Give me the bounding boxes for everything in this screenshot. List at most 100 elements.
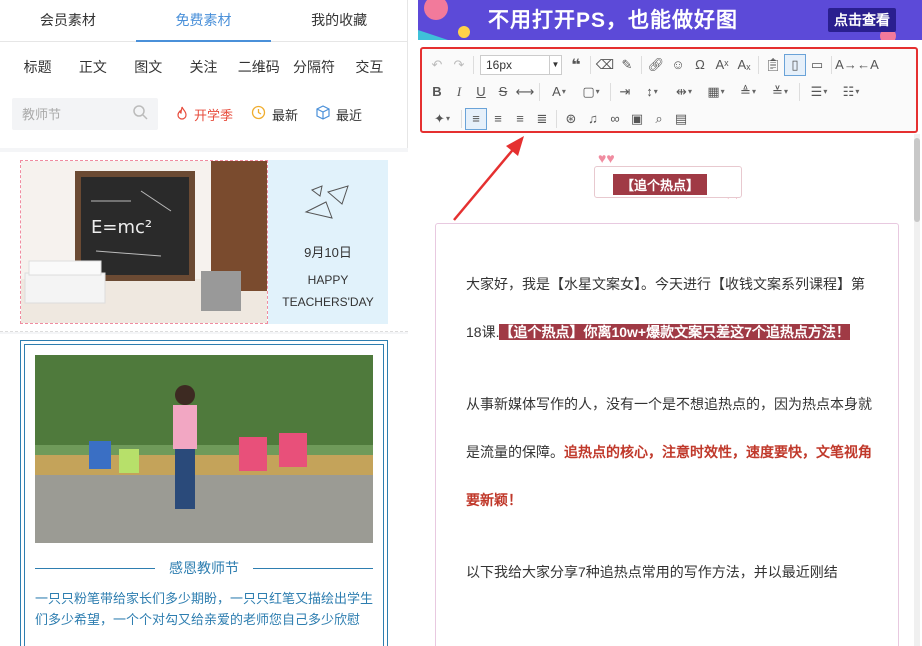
table-icon[interactable]: ▦: [700, 81, 732, 103]
banner-cta-button[interactable]: 点击查看: [828, 8, 896, 32]
flame-icon: [176, 106, 194, 123]
toolbar-row-1: ↶ ↷ 16px ▼ ❝ ⌫ ✎ 🔗︎ ☺ Ω Aˣ Aₓ 📋︎ ▯ ▭ A→ …: [426, 51, 912, 78]
scrollbar-thumb[interactable]: [914, 138, 920, 222]
editor-scrollbar[interactable]: [914, 134, 920, 646]
filter-back-to-school[interactable]: 开学季: [176, 105, 233, 124]
toolbar-separator: [799, 82, 800, 101]
card-date: 9月10日: [304, 245, 352, 260]
svg-text:E=mc²: E=mc²: [91, 217, 152, 238]
paragraph-1-highlight: 【追个热点】你离10w+爆款文案只差这7个追热点方法！: [499, 324, 850, 340]
align-justify-icon[interactable]: ≣: [531, 108, 553, 130]
unordered-list-icon[interactable]: ☷: [835, 81, 867, 103]
material-panel: 会员素材 免费素材 我的收藏 标题 正文 图文 关注 二维码 分隔符 交互 开学…: [0, 0, 408, 646]
image-icon[interactable]: ▣: [626, 108, 648, 130]
toolbar-separator: [831, 55, 832, 74]
template-icon[interactable]: ▤: [670, 108, 692, 130]
tab-member-materials[interactable]: 会员素材: [0, 0, 136, 41]
paragraph-3: 以下我给大家分享7种追热点常用的写作方法，并以最近刚结: [466, 564, 838, 580]
eraser-icon[interactable]: ⌫: [594, 54, 616, 76]
material-card-gratitude[interactable]: 感恩教师节 一只只粉笔带给家长们多少期盼，一只只红笔又描绘出学生们多少希望，一个…: [0, 334, 408, 646]
toolbar-separator: [610, 82, 611, 101]
material-list: E=mc² 9月10日 HAPPY TEACHERS'DAY 感恩教师节 一只只…: [0, 148, 408, 646]
category-divider[interactable]: 分隔符: [286, 57, 341, 77]
superscript-icon[interactable]: Aˣ: [711, 54, 733, 76]
ordered-list-icon[interactable]: ☰: [803, 81, 835, 103]
promo-banner[interactable]: 不用打开PS，也能做好图 点击查看: [418, 0, 922, 40]
left-margin-icon[interactable]: ▯: [784, 53, 806, 76]
category-bar: 标题 正文 图文 关注 二维码 分隔符 交互: [0, 42, 407, 92]
filter-label: 最新: [272, 107, 299, 123]
paragraph-spacing-below-icon[interactable]: ≚: [764, 81, 796, 103]
filter-newest[interactable]: 最新: [251, 105, 298, 124]
toolbar-row-3: ✦ ≡ ≡ ≡ ≣ ⊛ ♫ ∞ ▣ ⌕ ▤: [426, 105, 912, 132]
subscript-icon[interactable]: Aₓ: [733, 54, 755, 76]
category-interactive[interactable]: 交互: [342, 57, 397, 77]
tag-title-text: 【追个热点】: [613, 174, 708, 195]
category-qrcode[interactable]: 二维码: [231, 57, 286, 77]
paragraph-spacing-above-icon[interactable]: ≜: [732, 81, 764, 103]
toolbar-separator: [758, 55, 759, 74]
filter-label: 最近: [336, 107, 363, 123]
align-right-icon[interactable]: ≡: [509, 108, 531, 130]
toolbar-separator: [556, 109, 557, 128]
link-icon[interactable]: 🔗︎: [645, 54, 667, 76]
toolbar-separator: [539, 82, 540, 101]
paste-icon[interactable]: 📋︎: [762, 54, 784, 76]
clock-icon: [251, 105, 272, 123]
editor-panel: 不用打开PS，也能做好图 点击查看 ↶ ↷ 16px ▼ ❝ ⌫ ✎ 🔗︎ ☺ …: [418, 0, 922, 646]
letter-spacing-icon[interactable]: ⇹: [668, 81, 700, 103]
title-line-left: [35, 567, 155, 569]
underline-icon[interactable]: U: [470, 81, 492, 103]
category-body[interactable]: 正文: [65, 57, 120, 77]
align-left-icon[interactable]: ≡: [465, 107, 487, 130]
paragraph-2: 从事新媒体写作的人，没有一个是不想追热点的，因为热点本身就是流量的保障。追热点的…: [466, 380, 876, 524]
category-follow[interactable]: 关注: [176, 57, 231, 77]
card-body-text: 一只只粉笔带给家长们多少期盼，一只只红笔又描绘出学生们多少希望，一个个对勾又给亲…: [35, 591, 374, 627]
tab-free-materials[interactable]: 免费素材: [135, 0, 272, 42]
toolbar-separator: [473, 55, 474, 74]
right-margin-icon[interactable]: ▭: [806, 54, 828, 76]
video-icon[interactable]: ⊛: [560, 108, 582, 130]
blockquote-icon[interactable]: ❝: [565, 54, 587, 76]
card-frame-inner: 感恩教师节 一只只粉笔带给家长们多少期盼，一只只红笔又描绘出学生们多少希望，一个…: [24, 344, 384, 646]
toolbar-row-2: B I U S ⟷ A ▢ ⇥ ↕ ⇹ ▦ ≜ ≚ ☰ ☷: [426, 78, 912, 105]
text-direction-rtl-icon[interactable]: ←A: [857, 54, 879, 76]
font-size-select[interactable]: 16px ▼: [480, 54, 562, 75]
omega-icon[interactable]: Ω: [689, 54, 711, 76]
music-icon[interactable]: ♫: [582, 108, 604, 130]
background-color-icon[interactable]: ▢: [575, 81, 607, 103]
mini-program-icon[interactable]: ∞: [604, 108, 626, 130]
horizontal-rule-icon[interactable]: ⟷: [514, 81, 536, 103]
magic-wand-icon[interactable]: ✦: [426, 108, 458, 130]
tab-my-favorites[interactable]: 我的收藏: [271, 0, 407, 41]
category-title[interactable]: 标题: [10, 57, 65, 77]
line-height-icon[interactable]: ↕: [636, 81, 668, 103]
card-subtitle-2: TEACHERS'DAY: [282, 295, 374, 309]
card-title-text: 感恩教师节: [169, 560, 239, 576]
indent-icon[interactable]: ⇥: [614, 81, 636, 103]
align-center-icon[interactable]: ≡: [487, 108, 509, 130]
filter-recent[interactable]: 最近: [316, 105, 362, 124]
undo-icon[interactable]: ↶: [426, 54, 448, 76]
paper-planes-icon: [304, 185, 349, 219]
emoji-icon[interactable]: ☺: [667, 54, 689, 76]
filter-row: 开学季 最新 最近: [0, 92, 407, 136]
article-body[interactable]: 大家好，我是【水星文案女】。今天进行【收钱文案系列课程】第18课.【追个热点】你…: [435, 223, 899, 646]
material-card-teachers-day[interactable]: E=mc² 9月10日 HAPPY TEACHERS'DAY: [0, 152, 408, 332]
search-replace-icon[interactable]: ⌕: [648, 108, 670, 130]
search-input[interactable]: [22, 106, 132, 122]
card-frame: 感恩教师节 一只只粉笔带给家长们多少期盼，一只只红笔又描绘出学生们多少希望，一个…: [20, 340, 388, 646]
strikethrough-icon[interactable]: S: [492, 81, 514, 103]
search-icon[interactable]: [132, 104, 148, 125]
text-direction-ltr-icon[interactable]: A→: [835, 54, 857, 76]
format-painter-icon[interactable]: ✎: [616, 54, 638, 76]
card-title: 感恩教师节: [35, 558, 373, 578]
bold-icon[interactable]: B: [426, 81, 448, 103]
italic-icon[interactable]: I: [448, 81, 470, 103]
article-tag-title[interactable]: 【追个热点】: [594, 166, 742, 198]
font-color-icon[interactable]: A: [543, 81, 575, 103]
category-image-text[interactable]: 图文: [121, 57, 176, 77]
toolbar-separator: [641, 55, 642, 74]
redo-icon[interactable]: ↷: [448, 54, 470, 76]
